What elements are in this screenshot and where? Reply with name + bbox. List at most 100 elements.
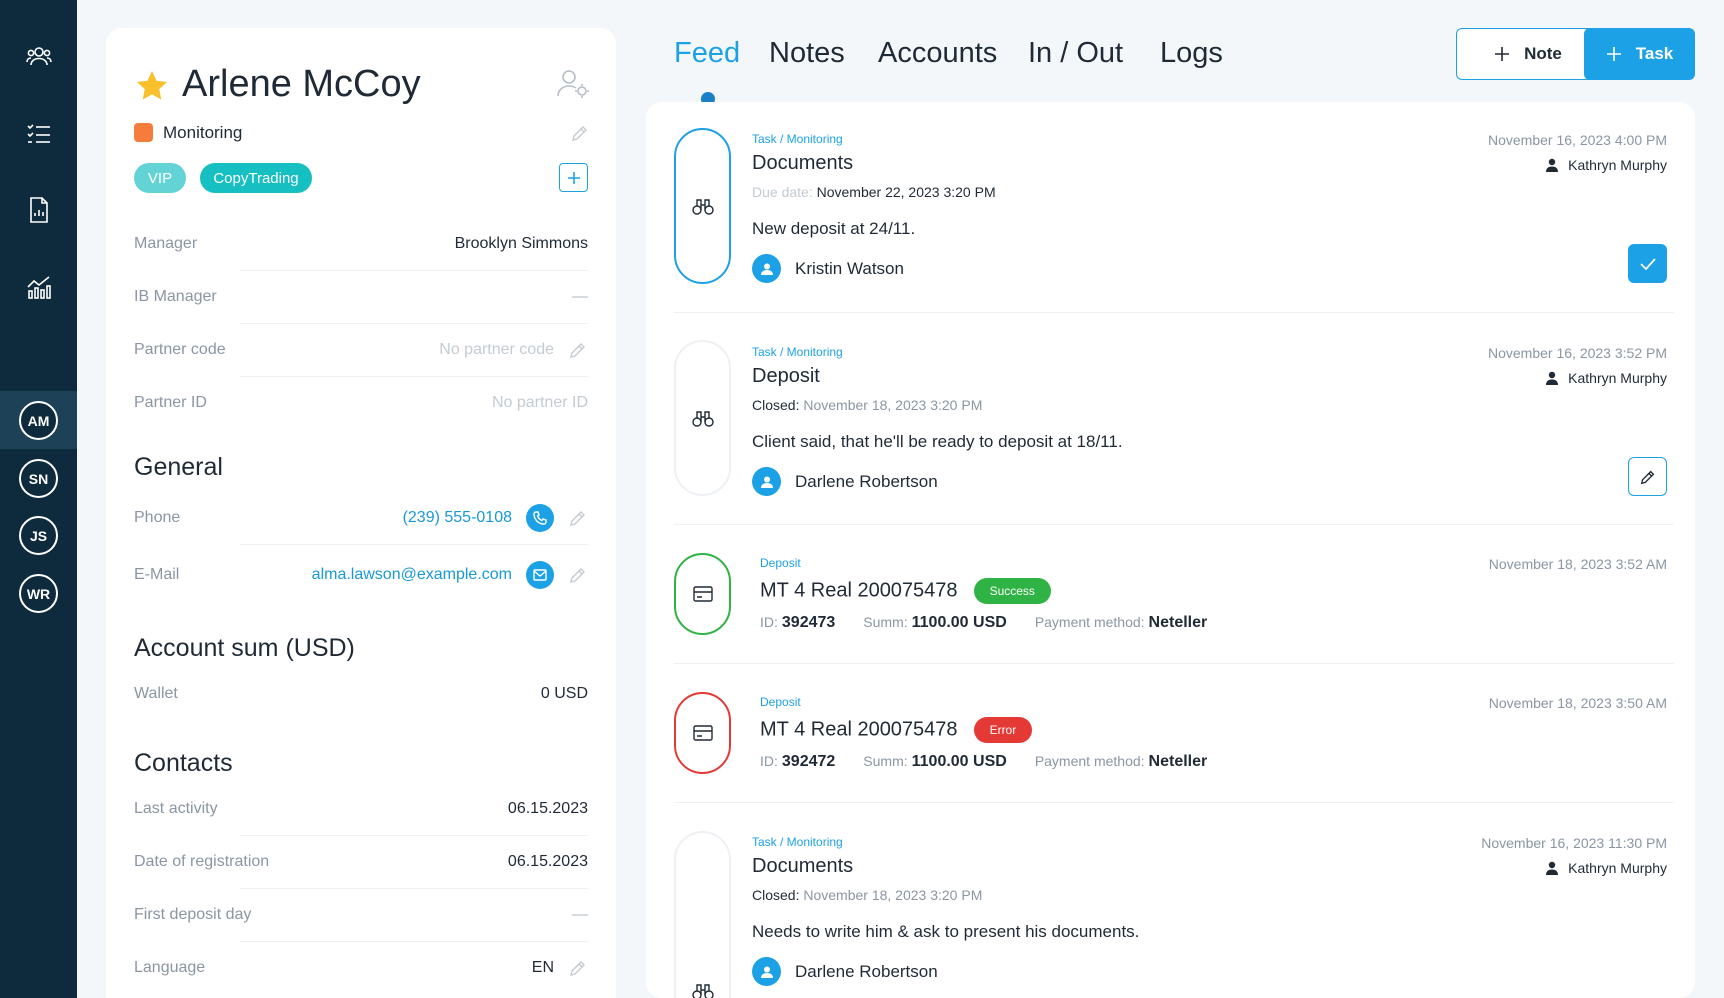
tab-feed[interactable]: Feed bbox=[674, 37, 740, 70]
send-email-button[interactable] bbox=[526, 561, 554, 589]
edit-email-icon[interactable] bbox=[568, 565, 588, 585]
feed-item-due: Due date: November 22, 2023 3:20 PM bbox=[752, 184, 996, 200]
user-icon bbox=[752, 957, 781, 986]
closed-value: November 18, 2023 3:20 PM bbox=[803, 397, 983, 413]
field-language: Language EN bbox=[134, 942, 588, 994]
pencil-icon bbox=[1640, 470, 1654, 484]
id-label: ID: bbox=[760, 614, 778, 630]
field-label: Phone bbox=[134, 509, 181, 526]
edit-phone-icon[interactable] bbox=[568, 508, 588, 528]
feed-item-date: November 16, 2023 3:52 PM bbox=[1488, 345, 1667, 361]
tab-notes[interactable]: Notes bbox=[769, 37, 845, 70]
summ-value: 1100.00 USD bbox=[911, 753, 1007, 770]
users-icon[interactable] bbox=[24, 41, 54, 71]
edit-partner-code-icon[interactable] bbox=[568, 340, 588, 360]
field-label: Last activity bbox=[134, 800, 218, 817]
tab-in-out[interactable]: In / Out bbox=[1028, 37, 1123, 70]
section-account-sum-title: Account sum (USD) bbox=[134, 634, 355, 662]
feed-separator bbox=[674, 312, 1674, 313]
field-email: E-Mail alma.lawson@example.com bbox=[134, 549, 588, 601]
sidebar: AM SN JS WR bbox=[0, 0, 77, 998]
id-value: 392472 bbox=[781, 753, 836, 770]
favorite-star-icon[interactable] bbox=[134, 68, 170, 104]
add-task-label: Task bbox=[1635, 44, 1674, 63]
feed-item-closed: Closed: November 18, 2023 3:20 PM bbox=[752, 397, 982, 413]
edit-status-icon[interactable] bbox=[570, 123, 590, 143]
assignee-name: Darlene Robertson bbox=[795, 471, 938, 491]
document-chart-icon[interactable] bbox=[24, 195, 54, 225]
feed-item-category: Task / Monitoring bbox=[752, 132, 843, 146]
method-value: Neteller bbox=[1148, 753, 1208, 770]
mail-icon bbox=[533, 569, 547, 581]
feed-item-assignee[interactable]: Darlene Robertson bbox=[752, 467, 938, 496]
assignee-name: Kristin Watson bbox=[795, 258, 904, 278]
method-label: Payment method: bbox=[1034, 753, 1145, 769]
feed-item-category: Task / Monitoring bbox=[752, 835, 843, 849]
deposit-method: Payment method: Neteller bbox=[1035, 614, 1207, 632]
author-name: Kathryn Murphy bbox=[1568, 157, 1667, 173]
feed-item-author: Kathryn Murphy bbox=[1546, 157, 1667, 173]
field-value: 0 USD bbox=[540, 685, 588, 702]
task-marker bbox=[674, 831, 731, 998]
method-value: Neteller bbox=[1148, 614, 1208, 631]
feed-item-assignee[interactable]: Darlene Robertson bbox=[752, 957, 938, 986]
field-label: Language bbox=[134, 959, 206, 976]
deposit-method: Payment method: Neteller bbox=[1035, 753, 1207, 771]
deposit-summ: Summ: 1100.00 USD bbox=[863, 753, 1007, 771]
field-value: 06.15.2023 bbox=[507, 853, 588, 870]
feed-item-title: MT 4 Real 200075478 bbox=[760, 718, 958, 741]
analytics-icon[interactable] bbox=[24, 272, 54, 302]
field-label: IB Manager bbox=[134, 288, 217, 305]
call-button[interactable] bbox=[526, 504, 554, 532]
field-registration-date: Date of registration 06.15.2023 bbox=[134, 836, 588, 888]
phone-link[interactable]: (239) 555-0108 bbox=[403, 509, 512, 527]
closed-key: Closed: bbox=[752, 397, 800, 413]
feed-item-title: Documents bbox=[752, 855, 854, 877]
tab-accounts[interactable]: Accounts bbox=[878, 37, 997, 70]
field-phone: Phone (239) 555-0108 bbox=[134, 492, 588, 544]
field-value-wrap: No partner code bbox=[439, 340, 588, 360]
tag-copytrading[interactable]: CopyTrading bbox=[200, 163, 312, 193]
edit-task-button[interactable] bbox=[1628, 457, 1667, 496]
avatar[interactable]: WR bbox=[19, 574, 58, 613]
deposit-marker bbox=[674, 692, 731, 774]
complete-task-button[interactable] bbox=[1628, 244, 1667, 283]
checklist-icon[interactable] bbox=[24, 119, 54, 149]
feed-item-title: Deposit bbox=[752, 365, 820, 387]
binoculars-icon bbox=[691, 411, 714, 427]
deposit-summ: Summ: 1100.00 USD bbox=[863, 614, 1007, 632]
deposit-id: ID: 392472 bbox=[760, 753, 835, 771]
status-badge: Success bbox=[973, 578, 1051, 604]
author-name: Kathryn Murphy bbox=[1568, 860, 1667, 876]
feed-item-assignee[interactable]: Kristin Watson bbox=[752, 254, 904, 283]
id-label: ID: bbox=[760, 753, 778, 769]
add-note-button[interactable]: Note bbox=[1456, 28, 1600, 80]
divider bbox=[240, 544, 588, 545]
avatar[interactable]: SN bbox=[19, 459, 58, 498]
feed-separator bbox=[674, 663, 1674, 664]
field-label: Date of registration bbox=[134, 853, 270, 870]
add-tag-button[interactable] bbox=[559, 163, 588, 192]
feed-item-category: Task / Monitoring bbox=[752, 345, 843, 359]
card-icon bbox=[692, 586, 713, 602]
email-link[interactable]: alma.lawson@example.com bbox=[312, 566, 512, 584]
assignee-name: Darlene Robertson bbox=[795, 961, 938, 981]
feed-item-date: November 16, 2023 4:00 PM bbox=[1488, 132, 1667, 148]
feed-item-date: November 18, 2023 3:50 AM bbox=[1488, 695, 1667, 711]
field-ib-manager: IB Manager bbox=[134, 271, 588, 323]
field-value: EN bbox=[531, 959, 554, 976]
field-label: Partner code bbox=[134, 341, 226, 358]
avatar[interactable]: AM bbox=[19, 401, 58, 440]
tab-logs[interactable]: Logs bbox=[1160, 37, 1223, 70]
feed-item-title-wrap: MT 4 Real 200075478 Error bbox=[760, 717, 1033, 743]
due-key: Due date: bbox=[752, 184, 813, 200]
tag-vip[interactable]: VIP bbox=[134, 163, 186, 193]
closed-key: Closed: bbox=[752, 887, 800, 903]
avatar[interactable]: JS bbox=[19, 516, 58, 555]
field-value bbox=[572, 296, 588, 298]
edit-language-icon[interactable] bbox=[568, 958, 588, 978]
user-settings-icon[interactable] bbox=[556, 68, 590, 98]
section-contacts-title: Contacts bbox=[134, 749, 233, 777]
section-general-title: General bbox=[134, 453, 223, 481]
add-task-button[interactable]: Task bbox=[1584, 28, 1695, 80]
